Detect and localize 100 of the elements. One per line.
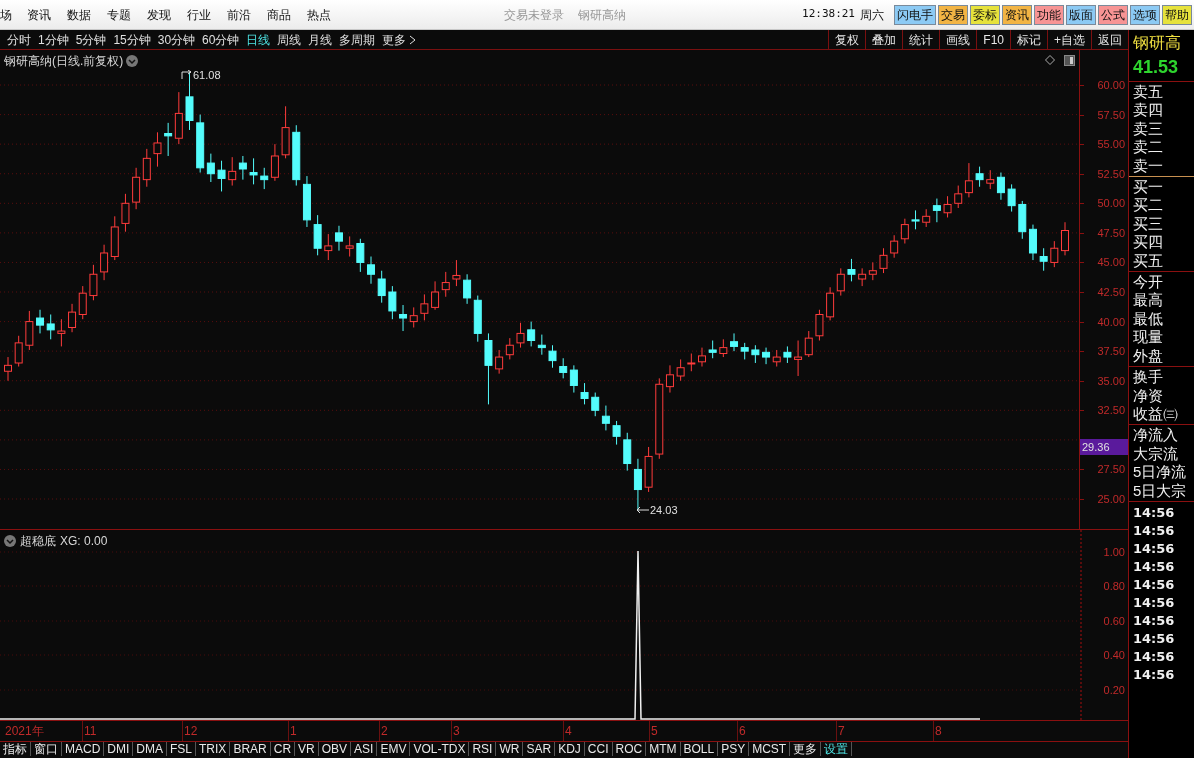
indicator-tab[interactable]: 指标 (0, 742, 31, 756)
toolbar-button[interactable]: 功能 (1034, 4, 1064, 25)
tool-button[interactable]: 叠加 (865, 30, 903, 49)
period-tab[interactable]: 日线 (246, 30, 271, 49)
quote-label: 卖一 (1132, 156, 1164, 176)
period-tab[interactable]: 1分钟 (38, 30, 69, 49)
quote-label: 卖五 (1132, 83, 1164, 102)
candlestick (911, 209, 920, 230)
period-tab[interactable]: 月线 (308, 30, 333, 49)
candlestick (292, 124, 301, 187)
menu-item[interactable]: 发现 (147, 5, 171, 24)
tool-button[interactable]: 统计 (902, 30, 940, 49)
candlestick (14, 335, 23, 368)
menu-item[interactable]: 专题 (107, 5, 131, 24)
indicator-tab[interactable]: 设置 (821, 742, 853, 756)
period-tab[interactable]: 60分钟 (202, 30, 240, 49)
menu-item[interactable]: 前沿 (227, 5, 251, 24)
candlestick (527, 321, 536, 347)
period-tab[interactable]: 周线 (277, 30, 302, 49)
indicator-tab[interactable]: WR (496, 742, 524, 756)
indicator-tab[interactable]: ASI (351, 742, 378, 756)
candlestick (281, 105, 290, 159)
quote-label: 5日大宗 (1132, 481, 1188, 500)
indicator-tab[interactable]: BRAR (230, 742, 271, 756)
menu-item[interactable]: 场 (0, 5, 12, 24)
quote-label: 净资 (1132, 386, 1164, 405)
date-label: 7 (838, 724, 845, 738)
indicator-tab[interactable]: PSY (718, 742, 750, 756)
period-tab[interactable]: 15分钟 (113, 30, 151, 49)
tool-button[interactable]: 画线 (939, 30, 977, 49)
indicator-tab[interactable]: EMV (377, 742, 411, 756)
indicator-tab[interactable]: MCST (749, 742, 791, 756)
indicator-tab[interactable]: BOLL (680, 742, 719, 756)
high-price-label: 61.08 (193, 69, 221, 81)
indicator-tab[interactable]: KDJ (555, 742, 585, 756)
toolbar-button[interactable]: 帮助 (1162, 4, 1192, 25)
dropdown-icon[interactable] (126, 55, 139, 67)
toolbar-button[interactable]: 版面 (1066, 4, 1096, 25)
quote-label: 换手 (1132, 368, 1164, 387)
period-tab[interactable]: 30分钟 (157, 30, 196, 49)
menu-item[interactable]: 资讯 (27, 5, 51, 24)
toolbar-button[interactable]: 交易 (938, 4, 968, 25)
indicator-tab[interactable]: CR (270, 742, 296, 756)
toolbar-button[interactable]: 资讯 (1002, 4, 1032, 25)
indicator-tab[interactable]: TRIX (196, 742, 231, 756)
menu-item[interactable]: 商品 (267, 5, 291, 24)
candlestick (399, 304, 408, 332)
arrow-icon (181, 70, 193, 80)
toolbar-button[interactable]: 公式 (1098, 4, 1128, 25)
indicator-tab[interactable]: OBV (318, 742, 352, 756)
period-tab[interactable]: 多周期 (339, 30, 376, 49)
candlestick (932, 198, 941, 223)
toolbar-button[interactable]: 委标 (970, 4, 1000, 25)
indicator-tab[interactable]: 更多 (790, 742, 822, 756)
toolbar-button[interactable]: 选项 (1130, 4, 1160, 25)
chevron-icon (409, 34, 417, 45)
axis-label: 27.50 (1097, 463, 1125, 476)
tool-button[interactable]: 标记 (1010, 30, 1047, 49)
candlestick (804, 330, 813, 358)
trade-time: 14:56 (1132, 593, 1176, 612)
indicator-tab[interactable]: MACD (62, 742, 105, 756)
indicator-tab[interactable]: VOL-TDX (410, 742, 470, 756)
candlestick (313, 214, 322, 256)
menu-item[interactable]: 热点 (307, 5, 331, 24)
candlestick (324, 233, 333, 261)
toolbar-button[interactable]: 闪电手 (894, 4, 936, 25)
trade-time: 14:56 (1132, 629, 1176, 648)
indicator-tab[interactable]: ROC (612, 742, 647, 756)
period-tab[interactable]: 5分钟 (75, 30, 107, 49)
indicator-tab[interactable]: VR (295, 742, 319, 756)
panel-toggle-icon[interactable] (1064, 55, 1075, 66)
tool-button[interactable]: 复权 (828, 30, 866, 49)
candlestick (537, 334, 546, 356)
trade-time: 14:56 (1132, 575, 1176, 594)
indicator-tab[interactable]: SAR (523, 742, 556, 756)
more-button[interactable]: 更多 (382, 30, 417, 49)
indicator-tab[interactable]: DMI (104, 742, 134, 756)
weekday: 周六 (860, 6, 884, 24)
candlestick (836, 267, 845, 297)
candlestick (1050, 240, 1059, 268)
trade-time: 14:56 (1132, 557, 1176, 576)
trade-time: 14:56 (1132, 521, 1176, 540)
indicator-tab[interactable]: RSI (469, 742, 497, 756)
axis-label: 42.50 (1097, 286, 1125, 298)
menu-item[interactable]: 数据 (67, 5, 91, 24)
menu-item[interactable]: 行业 (187, 5, 211, 24)
indicator-tab[interactable]: 窗口 (31, 742, 62, 756)
indicator-tab[interactable]: FSL (167, 742, 197, 756)
candlestick (612, 420, 621, 446)
candlestick (516, 322, 525, 349)
low-price-label: 24.03 (650, 504, 678, 516)
indicator-tab[interactable]: CCI (584, 742, 613, 756)
dropdown-icon[interactable] (4, 535, 16, 547)
candlestick (420, 293, 429, 321)
period-tab[interactable]: 分时 (7, 30, 31, 49)
tool-button[interactable]: F10 (976, 30, 1010, 49)
indicator-tab[interactable]: DMA (133, 742, 167, 756)
tool-button[interactable]: +自选 (1047, 30, 1091, 49)
indicator-tab[interactable]: MTM (646, 742, 681, 756)
diamond-icon[interactable] (1045, 55, 1055, 65)
